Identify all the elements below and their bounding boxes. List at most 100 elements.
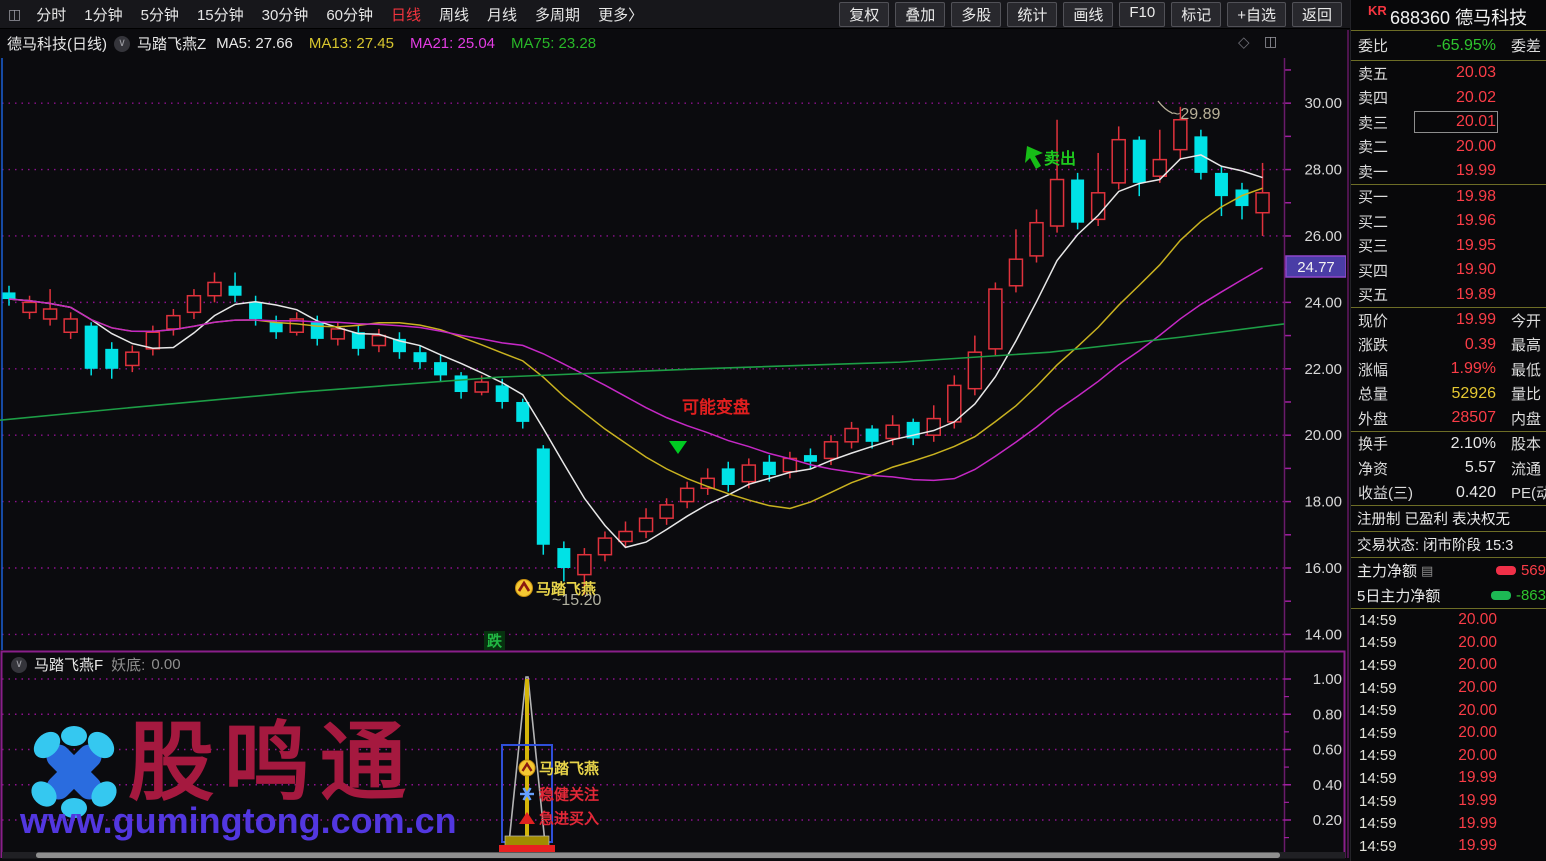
market-tag: KR — [1368, 3, 1387, 18]
candle-up — [825, 442, 838, 459]
info-label: 总量 — [1358, 383, 1416, 404]
period-tab[interactable]: 1分钟 — [75, 4, 131, 25]
diamond-icon[interactable]: ◇ — [1238, 33, 1250, 51]
bid-price: 19.95 — [1416, 237, 1496, 255]
toolbar-button[interactable]: 返回 — [1292, 2, 1342, 27]
y-axis-label: 18.00 — [1304, 494, 1342, 511]
scrollbar-thumb[interactable] — [36, 853, 1280, 859]
ask-row[interactable]: 卖三20.01 — [1351, 110, 1546, 135]
candle-up — [126, 352, 139, 365]
toolbar-button[interactable]: +自选 — [1227, 2, 1286, 27]
period-tabs: 分时1分钟5分钟15分钟30分钟60分钟日线周线月线多周期更多〉 — [27, 4, 652, 25]
candle-down — [352, 332, 365, 349]
candle-up — [578, 555, 591, 575]
ask-row[interactable]: 卖二20.00 — [1351, 135, 1546, 160]
bid-price: 19.98 — [1416, 188, 1496, 206]
bid-row[interactable]: 买二19.96 — [1351, 209, 1546, 234]
ask-row[interactable]: 卖一19.99 — [1351, 159, 1546, 184]
period-tab[interactable]: 更多〉 — [589, 4, 652, 25]
candle-up — [845, 429, 858, 442]
period-tab[interactable]: 多周期 — [526, 4, 589, 25]
tick-time: 14:59 — [1359, 680, 1417, 697]
info-value: 28507 — [1416, 409, 1496, 427]
period-tab[interactable]: 分时 — [27, 4, 75, 25]
toolbar-button[interactable]: 多股 — [951, 2, 1001, 27]
candle-up — [948, 385, 961, 422]
tick-time: 14:59 — [1359, 612, 1417, 629]
toolbar-button[interactable]: 画线 — [1063, 2, 1113, 27]
window-icon[interactable]: ◫ — [8, 6, 21, 23]
bid-row[interactable]: 买三19.95 — [1351, 234, 1546, 259]
period-tab[interactable]: 15分钟 — [188, 4, 253, 25]
chevron-down-icon[interactable]: ∨ — [11, 657, 27, 673]
tick-time: 14:59 — [1359, 634, 1417, 651]
bid-row[interactable]: 买一19.98 — [1351, 185, 1546, 210]
list-icon: ▤ — [1421, 563, 1433, 579]
candle-down — [1071, 180, 1084, 223]
time-sales-list[interactable]: 14:5920.0014:5920.0014:5920.0014:5920.00… — [1351, 609, 1546, 861]
info-row: 外盘28507内盘 — [1351, 406, 1546, 431]
info-right-label: PE(动 — [1496, 482, 1546, 503]
toolbar-button[interactable]: 叠加 — [895, 2, 945, 27]
flow5-row[interactable]: 5日主力净额 -863 — [1351, 583, 1546, 608]
indicator-name[interactable]: 马踏飞燕Z — [137, 33, 206, 54]
ask-label: 卖三 — [1358, 112, 1416, 133]
y-axis-label: 28.00 — [1304, 162, 1342, 179]
info-value: 0.420 — [1416, 484, 1496, 502]
period-tab[interactable]: 周线 — [430, 4, 478, 25]
candle-down — [455, 375, 468, 392]
candle-down — [1215, 173, 1228, 196]
time-sales-row: 14:5920.00 — [1351, 677, 1546, 700]
period-tab[interactable]: 30分钟 — [253, 4, 318, 25]
tick-price: 20.00 — [1417, 634, 1497, 652]
bid-label: 买五 — [1358, 284, 1416, 305]
candle-down — [414, 352, 427, 362]
info-value: 19.99 — [1416, 311, 1496, 329]
ask-price: 20.00 — [1416, 138, 1496, 156]
stock-code-name[interactable]: 688360 德马科技 — [1390, 4, 1527, 30]
weibi-row: 委比 -65.95% 委差 — [1351, 31, 1546, 60]
maximize-icon[interactable]: ◫ — [1264, 33, 1277, 50]
y-axis-label: 16.00 — [1304, 560, 1342, 577]
tick-time: 14:59 — [1359, 770, 1417, 787]
chevron-down-icon[interactable]: ∨ — [114, 36, 130, 52]
info-row: 涨幅1.99%最低 — [1351, 357, 1546, 382]
candle-down — [516, 402, 529, 422]
candle-down — [311, 322, 324, 339]
toolbar-button[interactable]: 标记 — [1171, 2, 1221, 27]
info-value: 2.10% — [1416, 435, 1496, 453]
info-label: 涨跌 — [1358, 334, 1416, 355]
sub-field-value: 0.00 — [151, 656, 180, 673]
chart-header: 德马科技(日线) ∨ 马踏飞燕Z MA5: 27.66MA13: 27.45MA… — [0, 30, 1346, 57]
candle-down — [270, 322, 283, 332]
weibi-label: 委比 — [1358, 35, 1416, 56]
panel-divider — [1347, 30, 1349, 858]
ask-row[interactable]: 卖五20.03 — [1351, 61, 1546, 86]
period-tab[interactable]: 日线 — [382, 4, 430, 25]
ask-label: 卖四 — [1358, 87, 1416, 108]
main-flow-row[interactable]: 主力净额 ▤ 569 — [1351, 558, 1546, 583]
toolbar-button[interactable]: F10 — [1119, 2, 1165, 27]
info-row: 总量52926量比 — [1351, 382, 1546, 407]
period-tab[interactable]: 5分钟 — [132, 4, 188, 25]
tick-time: 14:59 — [1359, 725, 1417, 742]
period-tab[interactable]: 月线 — [478, 4, 526, 25]
bid-levels: 买一19.98买二19.96买三19.95买四19.90买五19.89 — [1351, 185, 1546, 308]
y-axis-label: 14.00 — [1304, 626, 1342, 643]
sell-cursor-icon — [1025, 146, 1043, 169]
candle-down — [229, 286, 242, 296]
weicha-label: 委差 — [1496, 35, 1546, 56]
toolbar-button[interactable]: 统计 — [1007, 2, 1057, 27]
info-label: 收益(三) — [1358, 482, 1416, 503]
sub-indicator-name[interactable]: 马踏飞燕F — [34, 654, 103, 675]
candle-down — [1133, 140, 1146, 183]
bid-row[interactable]: 买五19.89 — [1351, 283, 1546, 308]
ask-row[interactable]: 卖四20.02 — [1351, 86, 1546, 111]
main-candlestick-chart[interactable]: 30.0028.0026.0024.0022.0020.0018.0016.00… — [0, 58, 1346, 650]
bid-row[interactable]: 买四19.90 — [1351, 258, 1546, 283]
info-row: 现价19.99今开 — [1351, 308, 1546, 333]
candle-up — [598, 538, 611, 555]
period-tab[interactable]: 60分钟 — [317, 4, 382, 25]
toolbar-button[interactable]: 复权 — [839, 2, 889, 27]
candle-up — [146, 332, 159, 349]
